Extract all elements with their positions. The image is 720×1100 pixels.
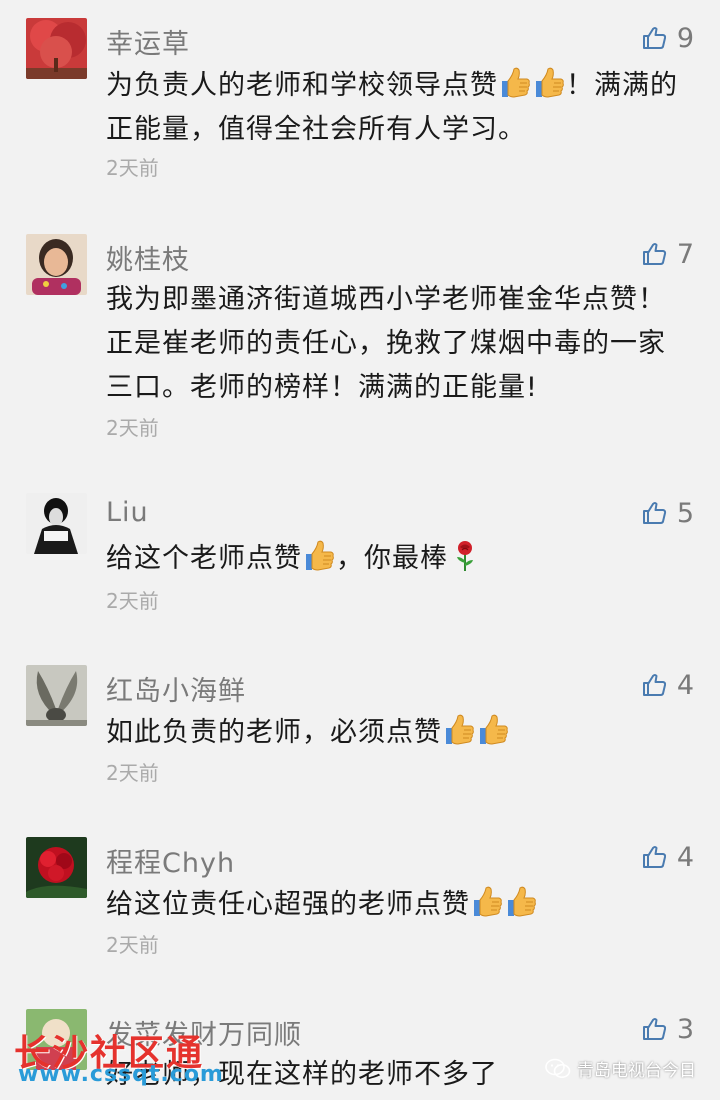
user-name[interactable]: Liu [106,497,149,528]
avatar[interactable] [26,493,87,554]
thumbs-up-emoji-icon [504,885,538,919]
avatar[interactable] [26,18,87,79]
user-name[interactable]: 程程Chyh [106,841,235,880]
like-button[interactable]: 4 [641,667,694,703]
comment-text-segment: 为负责人的老师和学校领导点赞 [106,70,498,101]
site-watermark: 长沙社区通 www.cssqt.com [14,1024,223,1087]
like-count: 7 [676,238,694,270]
comment-time: 2天前 [106,156,159,180]
like-count: 5 [676,497,694,529]
rose-emoji-icon [448,539,482,573]
like-button[interactable]: 9 [641,20,694,56]
thumbs-up-emoji-icon [532,66,566,100]
comment-time: 2天前 [106,761,159,785]
like-button[interactable]: 7 [641,236,694,272]
comment-text: 我为即墨通济街道城西小学老师崔金华点赞！正是崔老师的责任心，挽救了煤烟中毒的一家… [106,278,686,410]
comment-text: 给这位责任心超强的老师点赞 [106,883,686,927]
thumb-up-outline-icon[interactable] [641,500,667,526]
watermark-account: 青岛电视台今日 [577,1061,696,1081]
thumb-up-outline-icon[interactable] [641,25,667,51]
thumbs-up-emoji-icon [442,713,476,747]
watermark-url: www.cssqt.com [18,1062,224,1087]
thumb-up-outline-icon[interactable] [641,844,667,870]
thumbs-up-emoji-icon [476,713,510,747]
avatar[interactable] [26,665,87,726]
user-name[interactable]: 姚桂枝 [106,238,190,277]
avatar[interactable] [26,837,87,898]
like-button[interactable]: 4 [641,839,694,875]
thumbs-up-emoji-icon [302,539,336,573]
comment-text-segment: ，你最棒 [336,543,448,574]
comment-time: 2天前 [106,416,159,440]
comment-text: 为负责人的老师和学校领导点赞 ！满满的正能量，值得全社会所有人学习。 [106,64,686,152]
comment-text-segment: 给这个老师点赞 [106,543,302,574]
like-button[interactable]: 5 [641,495,694,531]
comment-text: 如此负责的老师，必须点赞 [106,711,686,755]
like-count: 4 [676,841,694,873]
comment-text: 给这个老师点赞 ，你最棒 [106,537,686,581]
user-name[interactable]: 幸运草 [106,22,190,61]
wechat-icon [545,1058,571,1080]
comment-text-segment: 给这位责任心超强的老师点赞 [106,889,470,920]
comment-time: 2天前 [106,933,159,957]
like-count: 9 [676,22,694,54]
thumbs-up-emoji-icon [498,66,532,100]
wechat-watermark: 青岛电视台今日 [545,1056,696,1081]
comment-time: 2天前 [106,589,159,613]
thumb-up-outline-icon[interactable] [641,672,667,698]
thumb-up-outline-icon[interactable] [641,241,667,267]
user-name[interactable]: 红岛小海鲜 [106,669,246,708]
like-count: 4 [676,669,694,701]
avatar[interactable] [26,234,87,295]
thumb-up-outline-icon[interactable] [641,1016,667,1042]
comment-text-segment: 如此负责的老师，必须点赞 [106,717,442,748]
like-button[interactable]: 3 [641,1011,694,1047]
like-count: 3 [676,1013,694,1045]
thumbs-up-emoji-icon [470,885,504,919]
comment-text-segment: 我为即墨通济街道城西小学老师崔金华点赞！正是崔老师的责任心，挽救了煤烟中毒的一家… [106,284,666,403]
